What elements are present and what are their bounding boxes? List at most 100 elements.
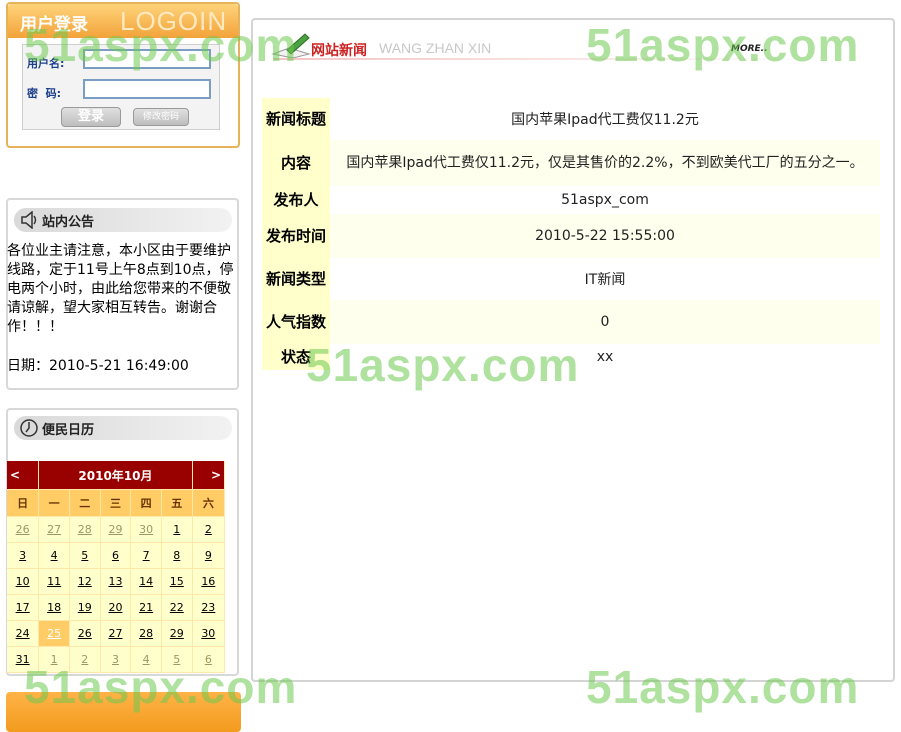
calendar-day[interactable]: 28 bbox=[69, 516, 101, 543]
calendar-day[interactable]: 8 bbox=[161, 542, 193, 569]
calendar-day[interactable]: 19 bbox=[69, 594, 101, 621]
calendar-weekday: 三 bbox=[100, 489, 132, 517]
calendar-weekday: 日 bbox=[7, 489, 40, 517]
calendar-week-row: 17 18 19 20 21 22 23 bbox=[7, 594, 226, 621]
calendar-day[interactable]: 27 bbox=[38, 516, 70, 543]
notice-title: 站内公告 bbox=[42, 215, 95, 230]
calendar-day[interactable]: 27 bbox=[100, 620, 132, 647]
calendar-day[interactable]: 25 bbox=[38, 620, 70, 647]
news-header-divider bbox=[273, 58, 813, 60]
username-label: 用户名: bbox=[27, 57, 65, 70]
calendar-day[interactable]: 30 bbox=[192, 620, 226, 647]
calendar-day[interactable]: 15 bbox=[161, 568, 193, 595]
calendar-day[interactable]: 11 bbox=[38, 568, 70, 595]
calendar-prev-link[interactable]: < bbox=[7, 461, 40, 490]
calendar-day[interactable]: 2 bbox=[192, 516, 226, 543]
login-title: 用户登录 bbox=[20, 15, 88, 35]
calendar-day[interactable]: 28 bbox=[130, 620, 162, 647]
calendar-day[interactable]: 18 bbox=[38, 594, 70, 621]
more-link[interactable]: MORE.. bbox=[731, 44, 768, 54]
label-news-type: 新闻类型 bbox=[262, 258, 330, 300]
value-news-type: IT新闻 bbox=[584, 272, 626, 288]
calendar-month-label: 2010年10月 bbox=[38, 461, 193, 490]
calendar-day[interactable]: 3 bbox=[7, 542, 40, 569]
calendar-next-link[interactable]: > bbox=[192, 461, 226, 490]
calendar-day[interactable]: 20 bbox=[100, 594, 132, 621]
calendar-day[interactable]: 17 bbox=[7, 594, 40, 621]
value-popularity: 0 bbox=[330, 300, 880, 344]
calendar-table: < 2010年10月 > 日一二三四五六 26 27 28 29 30 1 2 3 4 5 6 7 8 9… bbox=[7, 461, 226, 673]
calendar-day[interactable]: 29 bbox=[161, 620, 193, 647]
password-label: 密 码: bbox=[27, 87, 62, 100]
label-publish-time: 发布时间 bbox=[262, 214, 330, 258]
value-content: 国内苹果Ipad代工费仅11.2元，仅是其售价的2.2%，不到欧美代工厂的五分之… bbox=[330, 140, 880, 186]
calendar-day[interactable]: 30 bbox=[130, 516, 162, 543]
calendar-week-row: 10 11 12 13 14 15 16 bbox=[7, 568, 226, 595]
calendar-weekday: 四 bbox=[130, 489, 162, 517]
calendar-day[interactable]: 26 bbox=[7, 516, 40, 543]
login-header: 用户登录 LOGOIN bbox=[8, 4, 238, 38]
value-publisher: 51aspx_com bbox=[561, 192, 649, 208]
calendar-day[interactable]: 23 bbox=[192, 594, 226, 621]
news-panel: 网站新闻 WANG ZHAN XIN MORE.. 新闻标题 国内苹果Ipad代工… bbox=[251, 18, 895, 682]
news-header-en: WANG ZHAN XIN bbox=[379, 40, 492, 56]
calendar-day[interactable]: 16 bbox=[192, 568, 226, 595]
calendar-weekday: 一 bbox=[38, 489, 70, 517]
calendar-week-row: 3456789 bbox=[7, 542, 226, 569]
calendar-day[interactable]: 5 bbox=[69, 542, 101, 569]
calendar-week-row: 24 25 26 27 28 29 30 bbox=[7, 620, 226, 647]
calendar-weekday: 二 bbox=[69, 489, 101, 517]
calendar-day[interactable]: 7 bbox=[130, 542, 162, 569]
pencil-book-icon bbox=[271, 33, 311, 59]
calendar-day[interactable]: 9 bbox=[192, 542, 226, 569]
bottom-banner[interactable] bbox=[6, 692, 241, 732]
login-title-en: LOGOIN bbox=[120, 6, 228, 36]
calendar-day[interactable]: 6 bbox=[100, 542, 132, 569]
calendar-day[interactable]: 3 bbox=[100, 646, 132, 673]
login-form: 用户名: 密 码: 登录 修改密码 bbox=[22, 44, 220, 130]
calendar-title: 便民日历 bbox=[42, 423, 95, 438]
calendar-day[interactable]: 22 bbox=[161, 594, 193, 621]
password-input[interactable] bbox=[83, 79, 211, 99]
speaker-icon bbox=[21, 211, 37, 229]
notice-date: 日期：2010-5-21 16:49:00 bbox=[7, 358, 189, 374]
calendar-title-bar: 便民日历 bbox=[14, 416, 232, 440]
calendar-day[interactable]: 31 bbox=[7, 646, 40, 673]
value-news-title: 国内苹果Ipad代工费仅11.2元 bbox=[511, 112, 699, 128]
label-status: 状态 bbox=[262, 344, 330, 370]
calendar-day[interactable]: 24 bbox=[7, 620, 40, 647]
news-header-title: 网站新闻 bbox=[311, 43, 367, 59]
calendar-day[interactable]: 6 bbox=[192, 646, 226, 673]
calendar-day[interactable]: 5 bbox=[161, 646, 193, 673]
calendar-day[interactable]: 4 bbox=[130, 646, 162, 673]
clock-icon bbox=[20, 419, 38, 437]
calendar-day[interactable]: 26 bbox=[69, 620, 101, 647]
calendar-day[interactable]: 13 bbox=[100, 568, 132, 595]
username-input[interactable] bbox=[83, 49, 211, 69]
label-news-title: 新闻标题 bbox=[262, 98, 330, 140]
calendar-week-row: 31 1 2 3 4 5 6 bbox=[7, 646, 226, 673]
calendar-day[interactable]: 29 bbox=[100, 516, 132, 543]
calendar-weekday: 六 bbox=[192, 489, 226, 517]
notice-body: 各位业主请注意，本小区由于要维护线路，定于11号上午8点到10点，停电两个小时，… bbox=[7, 243, 234, 335]
label-publisher: 发布人 bbox=[262, 186, 330, 214]
label-content: 内容 bbox=[262, 140, 330, 186]
calendar-day[interactable]: 10 bbox=[7, 568, 40, 595]
value-status: xx bbox=[596, 349, 614, 365]
calendar-week-row: 26 27 28 29 30 1 2 bbox=[7, 516, 226, 543]
change-password-button[interactable]: 修改密码 bbox=[133, 108, 189, 126]
calendar-day[interactable]: 2 bbox=[69, 646, 101, 673]
login-button[interactable]: 登录 bbox=[61, 107, 121, 127]
news-detail-table: 新闻标题 国内苹果Ipad代工费仅11.2元 内容 国内苹果Ipad代工费仅11.2… bbox=[262, 98, 880, 370]
calendar-day[interactable]: 12 bbox=[69, 568, 101, 595]
calendar-weekday: 五 bbox=[161, 489, 193, 517]
calendar-day[interactable]: 14 bbox=[130, 568, 162, 595]
value-publish-time: 2010-5-22 15:55:00 bbox=[330, 214, 880, 258]
calendar-day[interactable]: 1 bbox=[161, 516, 193, 543]
calendar-day[interactable]: 21 bbox=[130, 594, 162, 621]
label-popularity: 人气指数 bbox=[262, 300, 330, 344]
calendar-day[interactable]: 1 bbox=[38, 646, 70, 673]
login-box: 用户登录 LOGOIN 用户名: 密 码: 登录 修改密码 bbox=[6, 2, 240, 148]
notice-title-bar: 站内公告 bbox=[14, 208, 232, 232]
calendar-day[interactable]: 4 bbox=[38, 542, 70, 569]
